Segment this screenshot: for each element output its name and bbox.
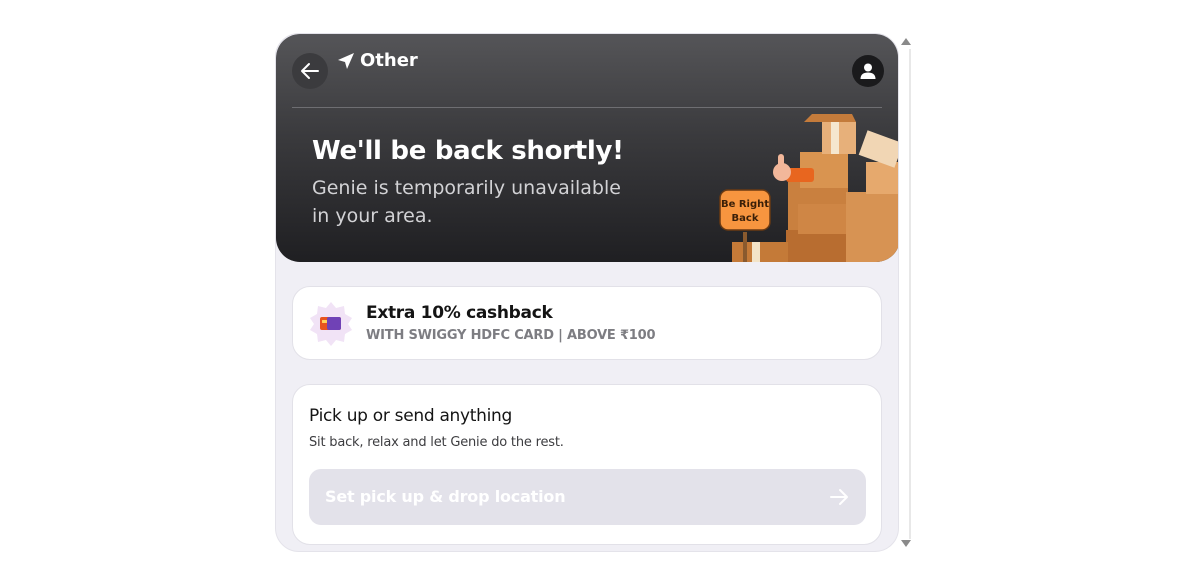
offer-subtitle: WITH SWIGGY HDFC CARD | ABOVE ₹100 bbox=[366, 328, 656, 343]
offer-title: Extra 10% cashback bbox=[366, 303, 553, 323]
boxes-illustration: Be Right Back bbox=[719, 114, 898, 262]
header-divider bbox=[292, 107, 882, 108]
arrow-left-icon bbox=[301, 63, 319, 79]
scroll-track[interactable] bbox=[909, 49, 911, 539]
unavailable-banner: Other We'll be back shortly! Genie is te… bbox=[276, 34, 898, 262]
arrow-right-icon bbox=[830, 489, 848, 505]
app-frame: Other We'll be back shortly! Genie is te… bbox=[275, 33, 899, 552]
pickup-card: Pick up or send anything Sit back, relax… bbox=[292, 384, 882, 545]
scroll-down-icon[interactable] bbox=[901, 540, 911, 547]
banner-title: We'll be back shortly! bbox=[312, 136, 624, 166]
banner-subtitle: Genie is temporarily unavailable in your… bbox=[312, 177, 621, 227]
svg-text:Back: Back bbox=[732, 213, 759, 224]
card-badge-icon bbox=[310, 302, 352, 346]
set-location-label: Set pick up & drop location bbox=[325, 487, 566, 506]
scrollbar[interactable] bbox=[899, 33, 914, 552]
user-icon bbox=[860, 63, 876, 79]
pickup-title: Pick up or send anything bbox=[309, 406, 513, 426]
scroll-up-icon[interactable] bbox=[901, 38, 911, 45]
set-location-button[interactable]: Set pick up & drop location bbox=[309, 469, 866, 525]
back-button[interactable] bbox=[292, 53, 328, 89]
profile-button[interactable] bbox=[852, 55, 884, 87]
navigation-arrow-icon bbox=[338, 53, 354, 69]
location-label[interactable]: Other bbox=[360, 50, 418, 71]
cashback-offer-card[interactable]: Extra 10% cashback WITH SWIGGY HDFC CARD… bbox=[292, 286, 882, 360]
pickup-subtitle: Sit back, relax and let Genie do the res… bbox=[309, 435, 564, 450]
svg-text:Be Right: Be Right bbox=[721, 199, 769, 210]
